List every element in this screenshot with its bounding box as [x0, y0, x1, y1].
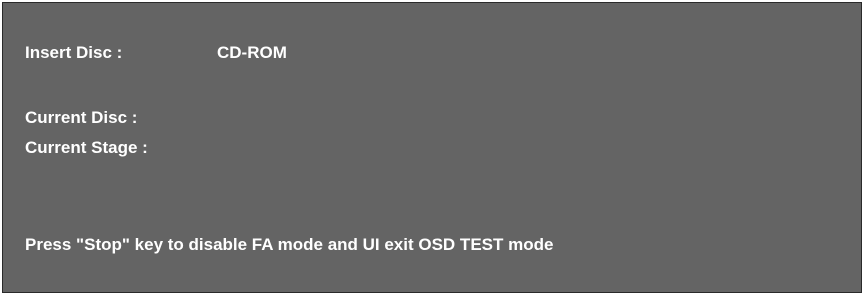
instruction-text: Press "Stop" key to disable FA mode and … — [25, 235, 554, 254]
insert-disc-row: Insert Disc : CD-ROM — [25, 43, 287, 63]
current-disc-row: Current Disc : — [25, 108, 137, 128]
current-stage-row: Current Stage : — [25, 138, 148, 158]
insert-disc-value: CD-ROM — [217, 43, 287, 62]
osd-test-screen: Insert Disc : CD-ROM Current Disc : Curr… — [2, 2, 862, 293]
current-disc-label: Current Disc : — [25, 108, 138, 127]
current-stage-label: Current Stage : — [25, 138, 148, 157]
insert-disc-label: Insert Disc : — [25, 43, 123, 62]
